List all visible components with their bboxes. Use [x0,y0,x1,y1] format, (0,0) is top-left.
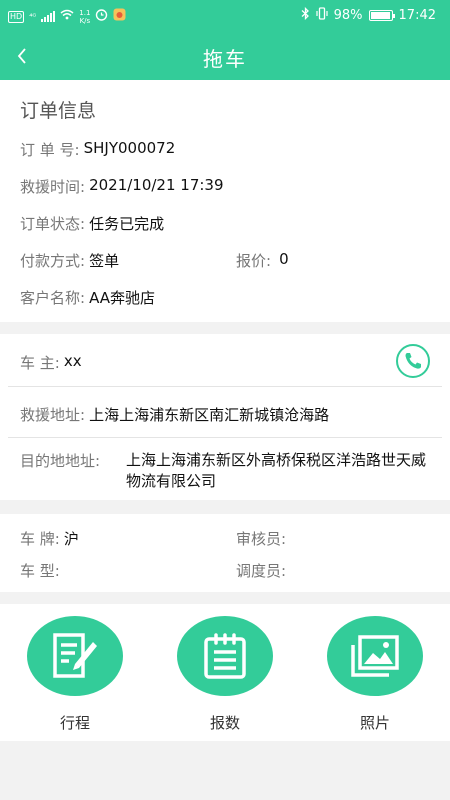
dispatcher-label: 调度员: [236,562,287,580]
model-label: 车 型: [20,562,60,580]
network-type: ⁴ᴳ [29,12,37,21]
trip-label: 行程 [59,714,90,732]
photos-label: 照片 [359,714,390,732]
report-label: 报数 [209,714,240,732]
battery-icon [368,10,395,21]
divider [8,437,442,438]
actions-card: 行程 报数 照片 [0,604,450,741]
rescue-address-label: 救援地址: [20,406,86,424]
quote-value: 0 [279,250,289,268]
document-edit-icon [53,633,97,678]
page-title: 拖车 [203,47,247,71]
photos-icon-circle [327,616,423,696]
network-speed: 1.1 K/s [79,8,91,25]
payment-label: 付款方式: [20,252,86,270]
trip-button[interactable]: 行程 [27,616,123,733]
order-status-label: 订单状态: [20,215,86,233]
plate-value: 沪 [63,530,79,548]
owner-row: 车 主: xx [20,352,82,373]
clock: 17:42 [398,8,436,23]
photo-gallery-icon [351,635,399,677]
dispatcher-row: 调度员: [236,560,290,581]
signal-icon [41,11,56,22]
status-bar: HD ⁴ᴳ 1.1 K/s 98% 17:42 [0,0,450,32]
plate-label: 车 牌: [20,530,60,548]
photos-button[interactable]: 照片 [327,616,423,733]
payment-row: 付款方式: 签单 [20,250,119,271]
payment-value: 签单 [89,252,120,270]
reviewer-row: 审核员: [236,528,290,549]
destination-address-row: 目的地地址: [20,450,100,471]
customer-label: 客户名称: [20,289,86,307]
hd-indicator: HD [8,10,25,23]
customer-row: 客户名称: AA奔驰店 [20,287,155,308]
destination-address-label: 目的地地址: [20,452,101,470]
vehicle-card: 车 牌: 沪 审核员: 车 型: 调度员: [0,514,450,592]
nav-bar: 拖车 [0,32,450,80]
order-status-value: 任务已完成 [89,215,165,233]
order-number-row: 订 单 号: SHJY000072 [20,139,175,160]
rescue-time-label: 救援时间: [20,178,86,196]
rescue-time-value: 2021/10/21 17:39 [89,176,224,194]
customer-value: AA奔驰店 [89,289,156,307]
report-button[interactable]: 报数 [177,616,273,733]
reviewer-label: 审核员: [236,530,287,548]
address-card: 车 主: xx 救援地址: 上海上海浦东新区南汇新城镇沧海路 目的地地址: 上海… [0,334,450,500]
call-button[interactable] [396,344,430,378]
destination-address-value: 上海上海浦东新区外高桥保税区洋浩路世天威物流有限公司 [126,451,427,490]
owner-value: xx [63,352,82,370]
section-title: 订单信息 [20,100,97,122]
divider [8,386,442,387]
order-status-row: 订单状态: 任务已完成 [20,213,164,234]
rescue-time-row: 救援时间: 2021/10/21 17:39 [20,176,224,197]
phone-icon [405,353,421,369]
order-number-value: SHJY000072 [83,139,176,157]
wifi-icon [60,9,74,24]
bluetooth-icon [301,6,310,24]
rescue-address-row: 救援地址: 上海上海浦东新区南汇新城镇沧海路 [20,404,329,425]
trip-icon-circle [27,616,123,696]
alarm-icon [95,8,108,25]
rescue-address-value: 上海上海浦东新区南汇新城镇沧海路 [89,406,330,424]
clipboard-list-icon [204,633,246,679]
battery-percent: 98% [333,8,363,23]
order-info-card: 订单信息 订 单 号: SHJY000072 救援时间: 2021/10/21 … [0,80,450,322]
vibrate-icon [316,7,328,24]
plate-row: 车 牌: 沪 [20,528,79,549]
report-icon-circle [177,616,273,696]
owner-label: 车 主: [20,354,60,372]
quote-label: 报价: [236,252,272,270]
app-notification-icon [113,8,126,25]
quote-row: 报价: 0 [236,250,289,271]
order-number-label: 订 单 号: [20,141,80,159]
model-row: 车 型: [20,560,64,581]
